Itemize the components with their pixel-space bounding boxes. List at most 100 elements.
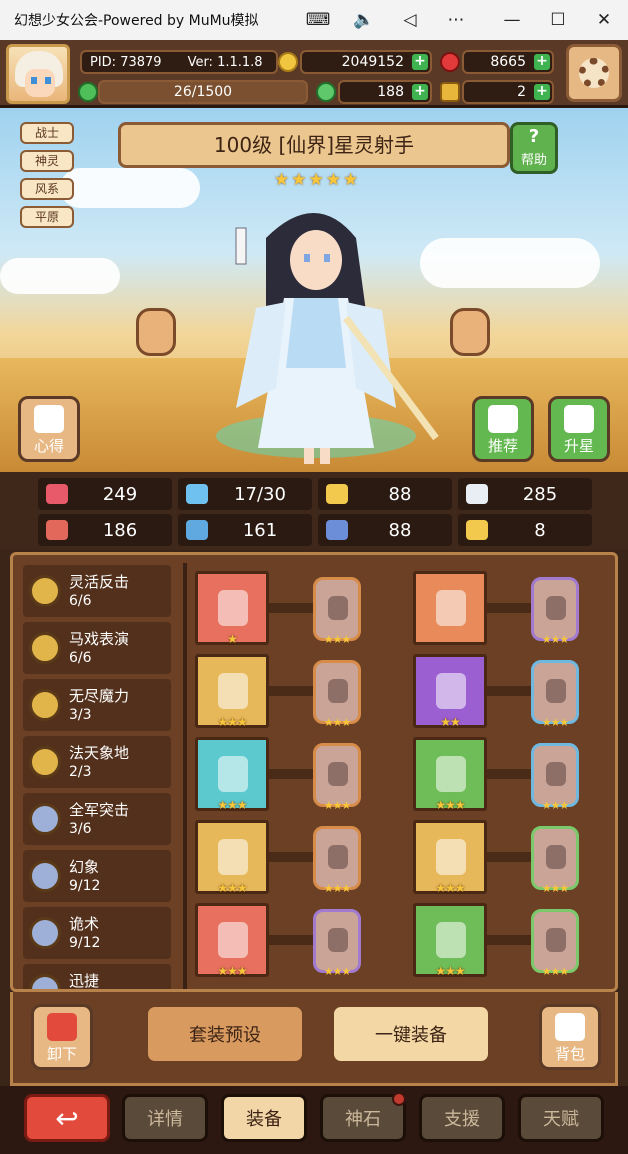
return-arrow-icon: ↩: [55, 1101, 79, 1135]
item-stars: ★★★: [217, 798, 247, 812]
item-stars: ★★★: [435, 798, 465, 812]
book-icon: [186, 520, 208, 540]
recommend-button[interactable]: 推荐: [472, 396, 534, 462]
rune-slot[interactable]: ★★★: [531, 660, 579, 729]
equipment-slot[interactable]: ★★★: [413, 903, 487, 978]
skill-name: 诡术: [69, 915, 100, 933]
star-up-icon: [564, 405, 594, 433]
auto-equip-button[interactable]: 一键装备: [331, 1004, 491, 1064]
skill-name: 法天象地: [69, 744, 130, 762]
equipment-slot[interactable]: ★★★: [195, 820, 269, 895]
previous-hero-button[interactable]: [136, 308, 176, 356]
resource-bar: PID: 73879 Ver: 1.1.1.8 2049152 + 8665 +…: [0, 40, 628, 108]
skill-item[interactable]: 全军突击 3/6: [23, 793, 171, 845]
unequip-button[interactable]: 卸下: [31, 1004, 93, 1070]
skill-list: 灵活反击 6/6 马戏表演 6/6 无尽魔力 3/3 法天象地 2/3 全军突击 3/6 幻象 9/1…: [23, 565, 179, 989]
add-horn-button[interactable]: +: [534, 84, 550, 100]
item-stars: ★: [227, 632, 238, 646]
ruby-value: 8665: [490, 54, 526, 70]
rune-slot[interactable]: ★★★: [531, 826, 579, 895]
rune-stars: ★★★: [541, 799, 570, 812]
rune-slot[interactable]: ★★★: [531, 909, 579, 978]
stat-heart: 249: [38, 478, 172, 510]
equipment-slot[interactable]: ★★★: [195, 903, 269, 978]
tab-0[interactable]: 详情: [122, 1094, 208, 1142]
maximize-icon[interactable]: ☐: [542, 4, 574, 36]
skill-item[interactable]: 诡术 9/12: [23, 907, 171, 959]
minimize-icon[interactable]: —: [496, 4, 528, 36]
stat-value: 161: [242, 519, 278, 541]
bag-button[interactable]: 背包: [539, 1004, 601, 1070]
rune-slot[interactable]: ★★★: [531, 743, 579, 812]
star-up-label: 升星: [563, 437, 594, 455]
rune-slot[interactable]: ★★★: [313, 743, 361, 812]
skill-count: 9/12: [69, 935, 101, 951]
tab-label: 神石: [345, 1109, 381, 1130]
boot-icon: [326, 520, 348, 540]
equipment-slot[interactable]: [413, 571, 487, 645]
skill-count: 6/6: [69, 593, 92, 609]
rune-icon: [546, 762, 566, 786]
skill-name: 迅捷: [69, 972, 100, 989]
rune-slot[interactable]: ★★★: [313, 660, 361, 729]
keyboard-icon[interactable]: ⌨: [302, 4, 334, 36]
return-button[interactable]: ↩: [24, 1094, 110, 1142]
add-clover-button[interactable]: +: [412, 84, 428, 100]
equipment-slot[interactable]: ★★: [413, 654, 487, 729]
heart-icon: [46, 484, 68, 504]
stat-wing: 285: [458, 478, 592, 510]
equipment-slot[interactable]: ★★★: [195, 737, 269, 812]
tag-element: 风系: [20, 178, 74, 200]
stat-boot: 88: [318, 514, 452, 546]
rune-slot[interactable]: ★★★: [531, 577, 579, 646]
skill-item[interactable]: 马戏表演 6/6: [23, 622, 171, 674]
skill-icon: [29, 632, 61, 664]
equipment-slot[interactable]: ★★★: [413, 737, 487, 812]
equipment-slot[interactable]: ★★★: [413, 820, 487, 895]
stat-value: 8: [534, 519, 546, 541]
skill-item[interactable]: 幻象 9/12: [23, 850, 171, 902]
help-icon: ?: [528, 126, 540, 147]
set-preset-button[interactable]: 套装预设: [145, 1004, 305, 1064]
rune-slot[interactable]: ★★★: [313, 826, 361, 895]
settings-button[interactable]: [566, 44, 622, 102]
skill-item[interactable]: 无尽魔力 3/3: [23, 679, 171, 731]
boots-icon: [436, 922, 466, 958]
add-ruby-button[interactable]: +: [534, 54, 550, 70]
star-up-button[interactable]: 升星: [548, 396, 610, 462]
stat-shield: 88: [318, 478, 452, 510]
help-button[interactable]: ? 帮助: [510, 122, 558, 174]
skill-name: 幻象: [69, 858, 100, 876]
tag-class: 战士: [20, 122, 74, 144]
star-icon: ★: [291, 170, 307, 190]
more-icon[interactable]: ⋯: [440, 4, 472, 36]
tag-race: 神灵: [20, 150, 74, 172]
notification-dot: [392, 1092, 406, 1106]
window-titlebar: 幻想少女公会-Powered by MuMu模拟 ⌨ 🔈 ◁ ⋯ — ☐ ✕: [0, 0, 628, 40]
equipment-slot[interactable]: ★★★: [195, 654, 269, 729]
thumbs-up-icon: [488, 405, 518, 433]
volume-icon[interactable]: 🔈: [348, 4, 380, 36]
rune-slot[interactable]: ★★★: [313, 577, 361, 646]
tab-3[interactable]: 支援: [419, 1094, 505, 1142]
rune-slot[interactable]: ★★★: [313, 909, 361, 978]
equipment-slot[interactable]: ★: [195, 571, 269, 646]
next-hero-button[interactable]: [450, 308, 490, 356]
close-icon[interactable]: ✕: [588, 4, 620, 36]
add-gold-button[interactable]: +: [412, 54, 428, 70]
stat-value: 186: [102, 519, 138, 541]
skill-item[interactable]: 迅捷: [23, 964, 171, 989]
tab-4[interactable]: 天赋: [518, 1094, 604, 1142]
star-icon: ★: [274, 170, 290, 190]
player-avatar[interactable]: [6, 44, 70, 104]
item-stars: ★★★: [217, 881, 247, 895]
skill-icon: [29, 860, 61, 892]
exp-icon: [78, 82, 98, 102]
tab-1[interactable]: 装备: [221, 1094, 307, 1142]
skill-count: 3/3: [69, 707, 92, 723]
skill-item[interactable]: 法天象地 2/3: [23, 736, 171, 788]
skill-item[interactable]: 灵活反击 6/6: [23, 565, 171, 617]
back-icon[interactable]: ◁: [394, 4, 426, 36]
insight-button[interactable]: 心得: [18, 396, 80, 462]
rune-stars: ★★★: [323, 716, 352, 729]
